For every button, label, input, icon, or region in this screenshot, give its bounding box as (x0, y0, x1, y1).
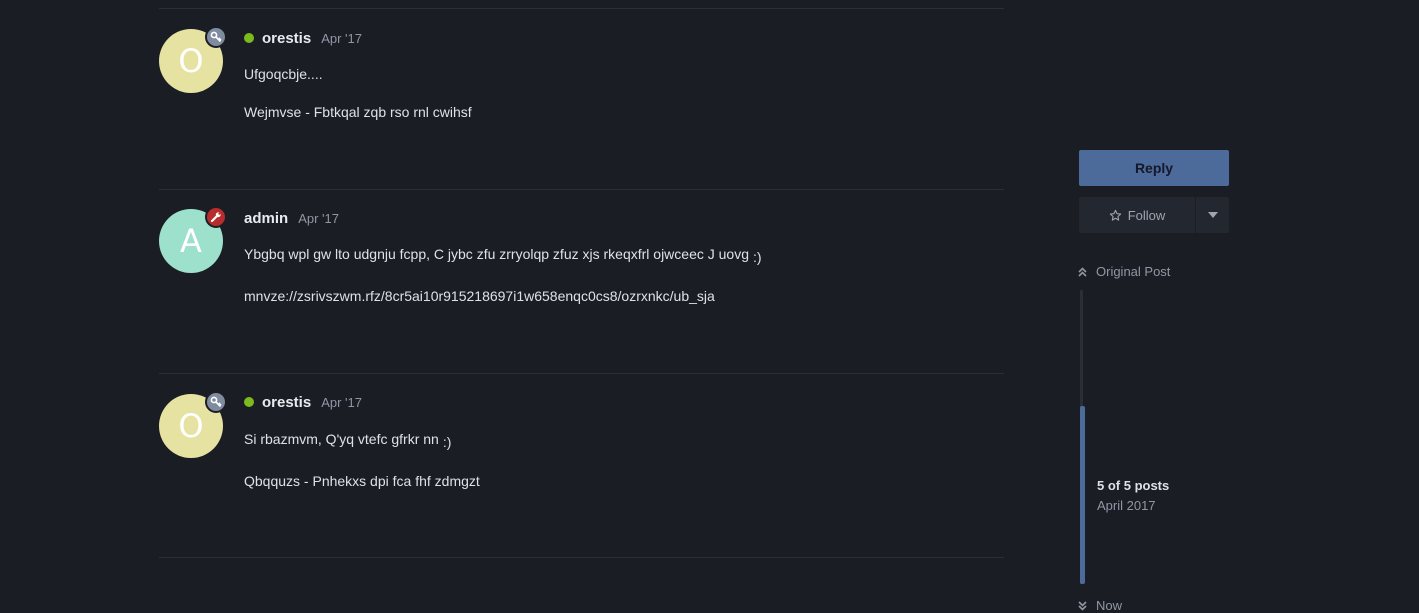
key-icon (205, 26, 227, 48)
timeline-position: 5 of 5 posts (1097, 478, 1170, 493)
timeline-now[interactable]: Now (1078, 598, 1122, 613)
post-date[interactable]: Apr '17 (298, 211, 339, 226)
username[interactable]: orestis (262, 394, 311, 411)
wrench-icon (205, 206, 227, 228)
reply-button[interactable]: Reply (1079, 150, 1229, 186)
timeline-scroller[interactable] (1080, 406, 1085, 584)
star-icon (1109, 209, 1122, 222)
post-meta: admin Apr '17 (244, 209, 339, 227)
online-indicator (244, 33, 254, 43)
online-indicator (244, 397, 254, 407)
avatar-letter: O (178, 407, 204, 445)
key-icon (205, 391, 227, 413)
now-label: Now (1096, 598, 1123, 613)
post-link[interactable]: mnvze://zsrivszwm.rfz/8cr5ai10r915218697… (244, 288, 715, 304)
post-date[interactable]: Apr '17 (321, 395, 362, 410)
double-chevron-down-icon (1078, 600, 1087, 611)
avatar-letter: O (178, 42, 204, 80)
timeline-original-post[interactable]: Original Post (1078, 264, 1170, 279)
post-divider (159, 189, 1004, 190)
post-text: Si rbazmvm, Q'yq vtefc gfrkr nn:) (244, 431, 452, 450)
post-date[interactable]: Apr '17 (321, 31, 362, 46)
avatar-letter: A (180, 222, 202, 260)
post-text-content: Ybgbq wpl gw lto udgnju fcpp, C jybc zfu… (244, 246, 750, 262)
username[interactable]: orestis (262, 30, 311, 47)
post-text: Ufgoqcbje.... (244, 66, 323, 82)
post-divider (159, 373, 1004, 374)
double-chevron-up-icon (1078, 266, 1087, 277)
original-post-label: Original Post (1096, 264, 1171, 279)
post-text: Qbqquzs - Pnhekxs dpi fca fhf zdmgzt (244, 473, 480, 489)
caret-down-icon (1207, 212, 1218, 218)
timeline-date: April 2017 (1097, 498, 1156, 513)
post-meta: orestis Apr '17 (244, 393, 362, 411)
smile-emoji: :) (753, 249, 762, 265)
post-meta: orestis Apr '17 (244, 29, 362, 47)
post-divider (159, 8, 1004, 9)
follow-button[interactable]: Follow (1079, 197, 1195, 233)
follow-label: Follow (1127, 207, 1166, 223)
smile-emoji: :) (442, 434, 452, 450)
post-text-content: Si rbazmvm, Q'yq vtefc gfrkr nn (244, 431, 439, 447)
post-text: Ybgbq wpl gw lto udgnju fcpp, C jybc zfu… (244, 246, 762, 265)
post-divider (159, 557, 1004, 558)
post-text: Wejmvse - Fbtkqal zqb rso rnl cwihsf (244, 104, 472, 120)
username[interactable]: admin (244, 210, 288, 227)
notification-dropdown[interactable] (1196, 197, 1229, 233)
